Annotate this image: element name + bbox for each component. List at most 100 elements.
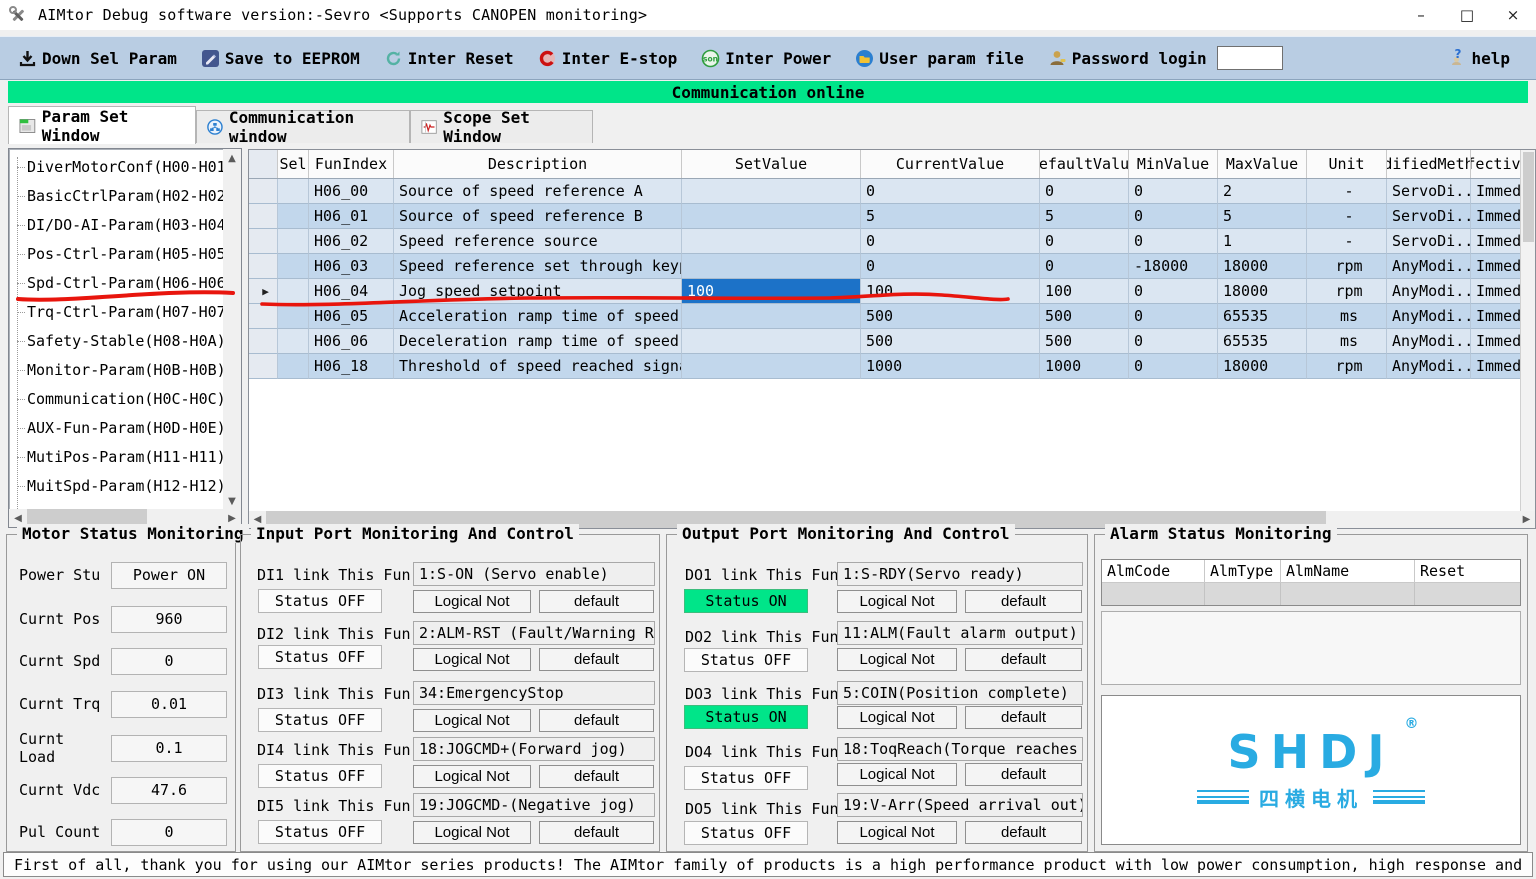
power-stu-value: Power ON bbox=[111, 562, 227, 589]
di5-default-button[interactable]: default bbox=[539, 821, 654, 844]
tab-scope-set-window-label: Scope Set Window bbox=[443, 108, 582, 146]
do1-default-button[interactable]: default bbox=[965, 590, 1082, 613]
di4-status-indicator: Status OFF bbox=[258, 764, 382, 788]
tree-item-safety-stable[interactable]: Safety-Stable(H08-H0A) bbox=[9, 327, 223, 356]
tree-item-monitor-param[interactable]: Monitor-Param(H0B-H0B) bbox=[9, 356, 223, 385]
password-login-button[interactable]: Password login bbox=[1048, 46, 1283, 70]
curnt-vdc-label: Curnt Vdc bbox=[19, 781, 107, 799]
inter-reset-button[interactable]: Inter Reset bbox=[384, 49, 514, 68]
do3-default-button[interactable]: default bbox=[965, 706, 1082, 729]
tree-item-dido-ai-param[interactable]: DI/DO-AI-Param(H03-H04) bbox=[9, 211, 223, 240]
brand-logo: SHDJ® 四横电机 bbox=[1101, 695, 1521, 845]
app-window: AIMtor Debug software version:-Sevro <Su… bbox=[0, 0, 1536, 879]
inter-power-button[interactable]: son Inter Power bbox=[701, 49, 831, 68]
tree-item-pos-ctrl-param[interactable]: Pos-Ctrl-Param(H05-H05) bbox=[9, 240, 223, 269]
user-param-file-label: User param file bbox=[879, 49, 1024, 68]
curnt-pos-value: 960 bbox=[111, 606, 227, 633]
tree-item-communication[interactable]: Communication(H0C-H0C) bbox=[9, 385, 223, 414]
inter-reset-label: Inter Reset bbox=[408, 49, 514, 68]
scope-icon bbox=[421, 118, 437, 136]
do5-logical-not-button[interactable]: Logical Not bbox=[837, 821, 957, 844]
do5-function-field[interactable]: 19:V-Arr(Speed arrival out) bbox=[837, 793, 1083, 817]
do5-label: DO5 link This Fun bbox=[685, 800, 839, 818]
do3-logical-not-button[interactable]: Logical Not bbox=[837, 706, 957, 729]
header-modifiedmethod: difiedMeth bbox=[1387, 150, 1471, 178]
do3-function-field[interactable]: 5:COIN(Position complete) bbox=[837, 681, 1083, 705]
close-button[interactable]: × bbox=[1490, 0, 1536, 30]
do4-logical-not-button[interactable]: Logical Not bbox=[837, 763, 957, 786]
tab-param-set-window[interactable]: Param Set Window bbox=[8, 106, 196, 144]
header-funindex: FunIndex bbox=[309, 150, 394, 178]
di5-logical-not-button[interactable]: Logical Not bbox=[413, 821, 531, 844]
di2-function-field[interactable]: 2:ALM-RST (Fault/Warning Reset) bbox=[413, 621, 655, 645]
table-row[interactable]: H06_02 Speed reference source 0 0 0 1 - … bbox=[249, 229, 1535, 254]
table-row[interactable]: H06_01 Source of speed reference B 5 5 0… bbox=[249, 204, 1535, 229]
di4-default-button[interactable]: default bbox=[539, 765, 654, 788]
di3-logical-not-button[interactable]: Logical Not bbox=[413, 709, 531, 732]
do4-function-field[interactable]: 18:ToqReach(Torque reaches out) bbox=[837, 737, 1083, 761]
do2-logical-not-button[interactable]: Logical Not bbox=[837, 648, 957, 671]
logo-lines-left bbox=[1197, 790, 1249, 804]
tab-communication-window[interactable]: Communication window bbox=[196, 110, 410, 143]
tree-item-divermotorconf[interactable]: DiverMotorConf(H00-H01) bbox=[9, 153, 223, 182]
inter-estop-button[interactable]: Inter E-stop bbox=[538, 49, 678, 68]
table-vscroll-thumb[interactable] bbox=[1523, 152, 1534, 242]
curnt-load-value: 0.1 bbox=[111, 735, 227, 762]
scroll-down-arrow-icon[interactable]: ▼ bbox=[223, 492, 241, 510]
tree-item-mutipos-param[interactable]: MutiPos-Param(H11-H11) bbox=[9, 443, 223, 472]
setvalue-edit-cell[interactable]: 100 bbox=[682, 279, 861, 304]
tree-item-basicctrlparam[interactable]: BasicCtrlParam(H02-H02) bbox=[9, 182, 223, 211]
minimize-button[interactable]: – bbox=[1398, 0, 1444, 30]
di4-function-field[interactable]: 18:JOGCMD+(Forward jog) bbox=[413, 737, 655, 761]
table-row[interactable]: H06_03 Speed reference set through keypa… bbox=[249, 254, 1535, 279]
do4-label: DO4 link This Fun bbox=[685, 743, 839, 761]
do2-default-button[interactable]: default bbox=[965, 648, 1082, 671]
di2-default-button[interactable]: default bbox=[539, 648, 654, 671]
tree-item-spd-ctrl-param[interactable]: Spd-Ctrl-Param(H06-H06) bbox=[9, 269, 223, 298]
tab-scope-set-window[interactable]: Scope Set Window bbox=[410, 110, 593, 143]
curnt-vdc-value: 47.6 bbox=[111, 777, 227, 804]
di4-logical-not-button[interactable]: Logical Not bbox=[413, 765, 531, 788]
do4-status-indicator: Status OFF bbox=[684, 766, 808, 790]
header-maxvalue: MaxValue bbox=[1218, 150, 1307, 178]
maximize-button[interactable]: □ bbox=[1444, 0, 1490, 30]
do1-logical-not-button[interactable]: Logical Not bbox=[837, 590, 957, 613]
save-to-eeprom-button[interactable]: Save to EEPROM bbox=[201, 49, 360, 68]
output-port-title: Output Port Monitoring And Control bbox=[677, 524, 1015, 543]
scroll-up-arrow-icon[interactable]: ▲ bbox=[223, 149, 241, 167]
di3-function-field[interactable]: 34:EmergencyStop bbox=[413, 681, 655, 705]
tree-item-muitspd-param[interactable]: MuitSpd-Param(H12-H12) bbox=[9, 472, 223, 501]
header-defaultvalue: DefaultValue bbox=[1040, 150, 1129, 178]
param-group-tree: DiverMotorConf(H00-H01) BasicCtrlParam(H… bbox=[8, 148, 242, 528]
help-button[interactable]: ? help bbox=[1447, 49, 1510, 68]
alarm-table: AlmCode AlmType AlmName Reset bbox=[1101, 559, 1521, 606]
di1-logical-not-button[interactable]: Logical Not bbox=[413, 590, 531, 613]
help-label: help bbox=[1471, 49, 1510, 68]
table-row-selected[interactable]: ▶ H06_04 Jog speed setpoint 100 100 100 … bbox=[249, 279, 1535, 304]
table-row[interactable]: H06_00 Source of speed reference A 0 0 0… bbox=[249, 179, 1535, 204]
table-row[interactable]: H06_18 Threshold of speed reached signal… bbox=[249, 354, 1535, 379]
di2-logical-not-button[interactable]: Logical Not bbox=[413, 648, 531, 671]
tree-item-trq-ctrl-param[interactable]: Trq-Ctrl-Param(H07-H07) bbox=[9, 298, 223, 327]
table-vertical-scrollbar[interactable] bbox=[1520, 150, 1535, 511]
table-row[interactable]: H06_06 Deceleration ramp time of speed r… bbox=[249, 329, 1535, 354]
table-row[interactable]: H06_05 Acceleration ramp time of speed r… bbox=[249, 304, 1535, 329]
di1-function-field[interactable]: 1:S-ON (Servo enable) bbox=[413, 562, 655, 586]
do2-function-field[interactable]: 11:ALM(Fault alarm output) bbox=[837, 621, 1083, 645]
scroll-right-arrow-icon[interactable]: ▶ bbox=[1518, 511, 1535, 528]
tree-item-aux-fun-param[interactable]: AUX-Fun-Param(H0D-H0E) bbox=[9, 414, 223, 443]
tree-vertical-scrollbar[interactable]: ▲ ▼ bbox=[223, 149, 241, 510]
down-sel-param-button[interactable]: Down Sel Param bbox=[18, 49, 177, 68]
di3-default-button[interactable]: default bbox=[539, 709, 654, 732]
do1-function-field[interactable]: 1:S-RDY(Servo ready) bbox=[837, 562, 1083, 586]
do4-default-button[interactable]: default bbox=[965, 763, 1082, 786]
tab-param-set-window-label: Param Set Window bbox=[42, 107, 185, 145]
communication-status-text: Communication online bbox=[672, 83, 865, 102]
input-port-panel: Input Port Monitoring And Control DI1 li… bbox=[240, 534, 660, 852]
di5-function-field[interactable]: 19:JOGCMD-(Negative jog) bbox=[413, 793, 655, 817]
user-param-file-button[interactable]: User param file bbox=[855, 49, 1024, 68]
param-table: Sel FunIndex Description SetValue Curren… bbox=[248, 149, 1536, 529]
do5-default-button[interactable]: default bbox=[965, 821, 1082, 844]
di1-default-button[interactable]: default bbox=[539, 590, 654, 613]
password-input[interactable] bbox=[1217, 46, 1283, 70]
